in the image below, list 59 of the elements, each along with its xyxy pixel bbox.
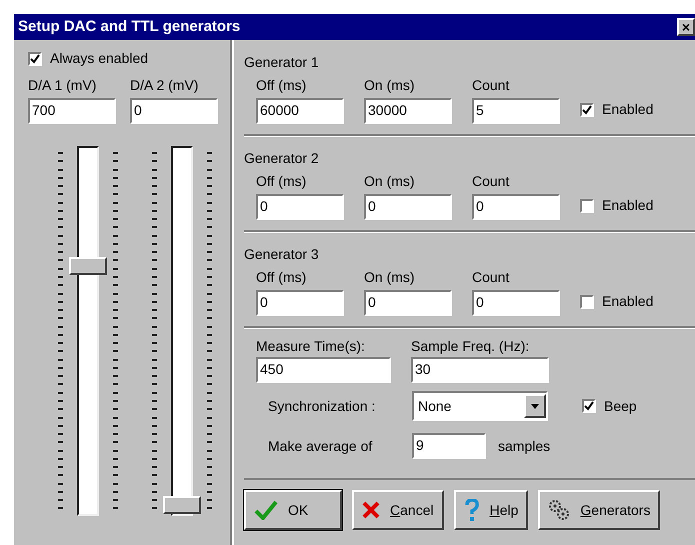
checkbox-label: Always enabled [50, 49, 148, 68]
checkmark-icon [254, 500, 278, 520]
field-label: Sample Freq. (Hz): [411, 337, 530, 356]
field-label: On (ms) [364, 76, 416, 95]
field-label: Off (ms) [256, 76, 308, 95]
input-field[interactable]: 5 [472, 98, 560, 124]
input-field[interactable]: 9 [412, 433, 486, 459]
input-field[interactable]: 0 [364, 194, 452, 220]
input-field[interactable]: 0 [472, 290, 560, 316]
input-field[interactable]: 700 [28, 98, 116, 124]
field-label: Count [472, 76, 510, 95]
help-button[interactable]: Help [454, 490, 528, 530]
slider-thumb[interactable] [163, 496, 201, 514]
checkbox[interactable] [580, 294, 594, 308]
slider-track[interactable] [171, 146, 193, 516]
field-label: Count [472, 172, 510, 191]
cross-icon [362, 501, 380, 519]
field-label: samples [498, 436, 550, 456]
input-field[interactable]: 0 [364, 290, 452, 316]
group-title: Generator 3 [244, 245, 320, 264]
input-field[interactable]: 30000 [364, 98, 452, 124]
field-label: Synchronization : [268, 396, 376, 416]
field-label: Count [472, 268, 510, 287]
input-field[interactable]: 60000 [256, 98, 344, 124]
field-label: Off (ms) [256, 172, 308, 191]
checkbox-label: Enabled [602, 292, 654, 311]
field-label: D/A 2 (mV) [130, 76, 200, 95]
checkbox[interactable] [580, 102, 594, 116]
window-title: Setup DAC and TTL generators [18, 16, 240, 37]
dropdown-arrow-icon [531, 404, 539, 408]
field-label: Make average of [268, 436, 374, 456]
checkbox-label: Enabled [602, 196, 654, 215]
slider-track[interactable] [77, 146, 99, 516]
checkbox[interactable] [580, 198, 594, 212]
group-title: Generator 1 [244, 53, 320, 72]
slider-thumb[interactable] [69, 256, 107, 275]
input-field[interactable]: 0 [256, 194, 344, 220]
checkbox[interactable] [28, 52, 42, 66]
ok-button[interactable]: OK [244, 490, 342, 530]
field-label: On (ms) [364, 268, 416, 287]
input-field[interactable]: 0 [472, 194, 560, 220]
input-field[interactable]: 30 [411, 357, 549, 383]
input-field[interactable]: 0 [130, 98, 218, 124]
field-label: Off (ms) [256, 268, 308, 287]
dropdown[interactable]: None [412, 391, 548, 421]
input-field[interactable]: 0 [256, 290, 344, 316]
field-label: On (ms) [364, 172, 416, 191]
question-mark-icon [464, 499, 480, 521]
cancel-button[interactable]: Cancel [352, 490, 444, 530]
checkbox-label: Enabled [602, 100, 654, 119]
checkbox-label: Beep [604, 396, 637, 416]
field-label: Measure Time(s): [256, 337, 366, 356]
input-field[interactable]: 450 [256, 357, 391, 383]
checkbox[interactable] [582, 399, 596, 413]
group-title: Generator 2 [244, 149, 320, 168]
generators-button[interactable]: Generators [538, 490, 660, 530]
gears-icon [548, 499, 570, 521]
field-label: D/A 1 (mV) [28, 76, 98, 95]
close-button[interactable]: × [677, 18, 695, 36]
